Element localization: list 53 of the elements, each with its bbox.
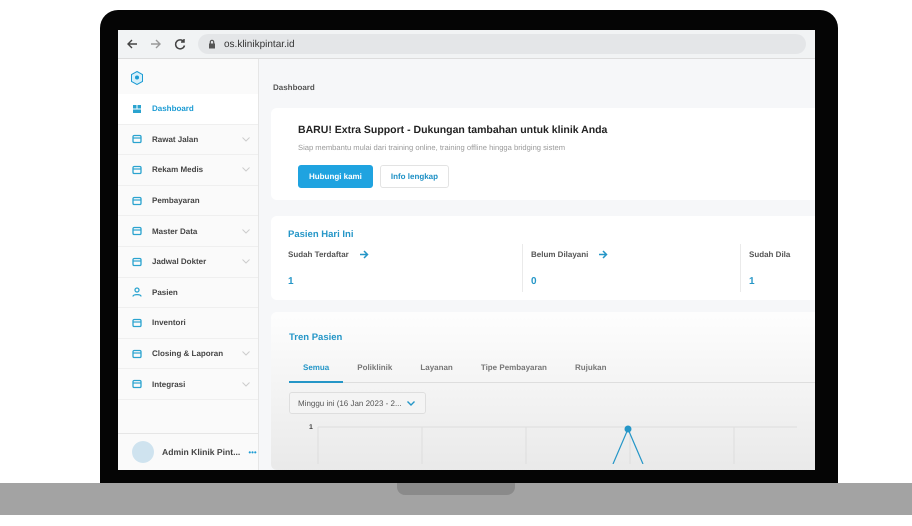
url-text: os.klinikpintar.id xyxy=(224,38,295,50)
stat-label: Belum Dilayani xyxy=(531,250,588,259)
right-arrow-icon[interactable] xyxy=(598,250,608,259)
stat-label: Sudah Terdaftar xyxy=(288,250,349,259)
square-icon xyxy=(132,196,142,206)
stat-value: 0 xyxy=(531,276,538,287)
grid-icon xyxy=(132,104,142,114)
square-icon xyxy=(132,379,142,390)
announcement-title: BARU! Extra Support - Dukungan tambahan untuk klinik Anda xyxy=(298,124,608,136)
square-icon xyxy=(132,226,142,236)
person-icon xyxy=(132,287,142,298)
chevron-down-icon xyxy=(242,136,250,142)
square-icon xyxy=(132,164,142,175)
tab[interactable]: Rujukan xyxy=(560,358,620,383)
info-button[interactable]: Info lengkap xyxy=(380,165,450,188)
forward-arrow-icon[interactable] xyxy=(150,38,162,50)
logo-icon[interactable] xyxy=(131,71,143,85)
sidebar-item[interactable]: Integrasi xyxy=(118,369,258,400)
square-icon xyxy=(132,256,142,267)
stat-label: Sudah Dila xyxy=(749,250,790,259)
sidebar-item[interactable]: Pasien xyxy=(118,278,258,308)
sidebar-item[interactable]: Master Data xyxy=(118,216,258,247)
chevron-down-icon xyxy=(242,351,250,356)
sidebar-item[interactable]: Rekam Medis xyxy=(118,155,258,186)
chevron-down-icon xyxy=(242,167,250,172)
chevron-down-icon xyxy=(242,228,250,234)
user-name: Admin Klinik Pint... xyxy=(162,447,240,457)
address-bar[interactable]: os.klinikpintar.id xyxy=(198,34,806,54)
chevron-down-icon xyxy=(406,400,415,406)
stat-value: 1 xyxy=(288,276,295,287)
chevron-down-icon xyxy=(242,382,250,387)
back-arrow-icon[interactable] xyxy=(126,38,138,50)
sidebar-item[interactable]: Inventori xyxy=(118,308,258,339)
tab[interactable]: Poliklinik xyxy=(343,358,406,383)
sidebar-item[interactable]: Rawat Jalan xyxy=(118,124,258,156)
section-title: Tren Pasien xyxy=(289,332,344,343)
period-dropdown[interactable]: Minggu ini (16 Jan 2023 - 2... xyxy=(289,392,426,414)
tab[interactable]: Tipe Pembayaran xyxy=(466,358,561,383)
square-icon xyxy=(132,348,142,359)
sidebar-item[interactable]: Closing & Laporan xyxy=(118,338,258,370)
reload-icon[interactable] xyxy=(174,38,186,50)
square-icon xyxy=(132,134,142,144)
lock-icon xyxy=(206,38,218,50)
breadcrumb[interactable]: Dashboard xyxy=(273,83,815,92)
section-title: Pasien Hari Ini xyxy=(288,229,354,240)
square-icon xyxy=(132,318,142,328)
tab[interactable]: Layanan xyxy=(406,358,467,383)
stat-value: 1 xyxy=(749,276,756,287)
sidebar-item[interactable]: Pembayaran xyxy=(118,186,258,216)
avatar xyxy=(132,441,154,463)
chevron-down-icon xyxy=(242,259,250,264)
right-arrow-icon[interactable] xyxy=(358,250,369,259)
sidebar-item[interactable]: Jadwal Dokter xyxy=(118,246,258,278)
